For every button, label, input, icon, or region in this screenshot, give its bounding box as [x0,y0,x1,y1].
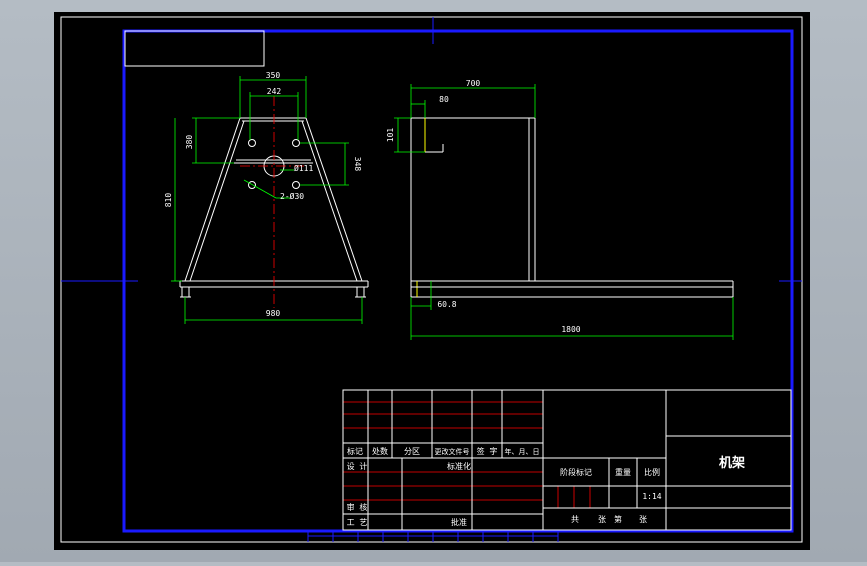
cad-viewport: 350 242 380 810 348 Ø111 2-Ø30 980 700 8… [0,0,867,562]
label-gongyi: 工 艺 [347,518,368,527]
dim-side-top-small: 80 [439,95,449,104]
label-bili: 比例 [644,467,660,477]
dim-top-outer: 350 [266,71,281,80]
dim-top-inner: 242 [267,87,282,96]
drawing-title: 机架 [719,455,745,471]
label-zhang1: 张 [598,515,606,524]
label-zhongliang: 重量 [615,467,631,477]
label-biaozhunhua: 标准化 [447,461,471,471]
label-nianyueri: 年、月、日 [505,447,540,456]
label-chushu: 处数 [372,446,388,456]
label-di: 第 [614,514,622,524]
label-zhang2: 张 [639,515,647,524]
scale-value: 1:14 [642,492,661,501]
label-fenqu: 分区 [404,447,420,456]
dim-side-bottom: 1800 [561,325,580,334]
label-sheji: 设 计 [347,461,368,471]
cad-drawing-canvas: 350 242 380 810 348 Ø111 2-Ø30 980 700 8… [54,12,810,550]
label-qianzi: 签 字 [477,446,498,456]
label-pizhun: 批准 [451,517,467,527]
label-biaoji: 标记 [347,446,363,456]
dim-side-bottom-small: 60.8 [437,300,456,309]
dim-hole-small: 2-Ø30 [280,191,304,201]
dim-right-mid: 348 [353,157,362,172]
dim-bottom: 980 [266,309,281,318]
label-genggai: 更改文件号 [435,447,470,456]
dim-side-left: 101 [386,128,395,143]
dim-left-total: 810 [164,193,173,208]
label-shenhe: 审 核 [347,502,368,512]
dim-hole-big: Ø111 [294,163,313,173]
label-jieduan: 阶段标记 [560,467,592,477]
dim-left-upper: 380 [185,135,194,150]
dim-side-top: 700 [466,79,481,88]
label-gong: 共 [571,515,579,524]
